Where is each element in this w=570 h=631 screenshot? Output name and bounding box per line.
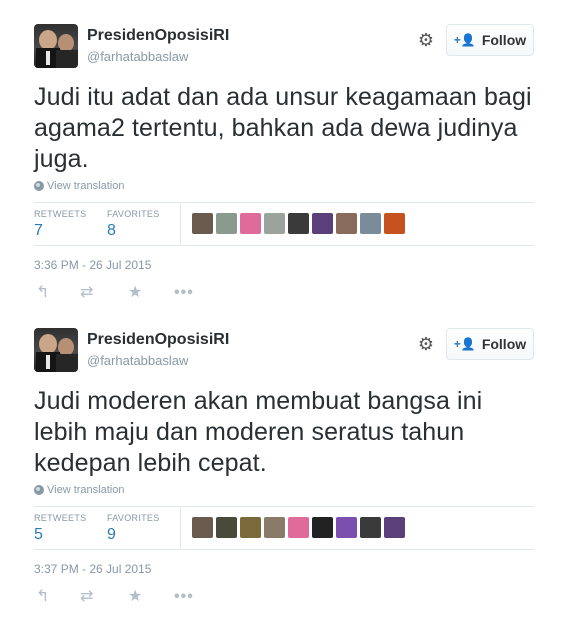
favorites-stat[interactable]: FAVORITES 9 bbox=[107, 513, 160, 544]
stats-divider bbox=[180, 507, 181, 549]
favoriter-avatar[interactable] bbox=[384, 213, 405, 234]
tweet-text: Judi itu adat dan ada unsur keagamaan ba… bbox=[34, 83, 532, 173]
reply-icon[interactable]: ↰ bbox=[36, 284, 49, 302]
more-icon[interactable]: ••• bbox=[174, 588, 194, 606]
gear-icon[interactable]: ⚙ bbox=[416, 30, 436, 50]
favorites-stat[interactable]: FAVORITES 8 bbox=[107, 209, 160, 240]
favoriter-avatars bbox=[192, 517, 405, 538]
favoriter-avatar[interactable] bbox=[240, 517, 261, 538]
star-icon[interactable]: ★ bbox=[128, 284, 142, 302]
handle[interactable]: @farhatabbaslaw bbox=[87, 353, 188, 368]
follow-label: Follow bbox=[481, 336, 527, 352]
tweet-timestamp[interactable]: 3:37 PM - 26 Jul 2015 bbox=[34, 562, 151, 576]
globe-icon bbox=[34, 181, 44, 191]
retweets-label: RETWEETS bbox=[34, 209, 87, 219]
favoriter-avatar[interactable] bbox=[360, 213, 381, 234]
retweets-label: RETWEETS bbox=[34, 513, 87, 523]
favoriter-avatar[interactable] bbox=[336, 213, 357, 234]
favoriter-avatar[interactable] bbox=[312, 213, 333, 234]
view-translation-label: View translation bbox=[47, 180, 125, 192]
retweets-count: 7 bbox=[34, 222, 43, 239]
retweet-icon[interactable]: ⇄ bbox=[80, 588, 93, 606]
favoriter-avatars bbox=[192, 213, 405, 234]
favoriter-avatar[interactable] bbox=[264, 213, 285, 234]
favorites-count: 8 bbox=[107, 222, 116, 239]
favoriter-avatar[interactable] bbox=[288, 213, 309, 234]
gear-icon[interactable]: ⚙ bbox=[416, 334, 436, 354]
favoriter-avatar[interactable] bbox=[192, 517, 213, 538]
view-translation-label: View translation bbox=[47, 484, 125, 496]
retweet-icon[interactable]: ⇄ bbox=[80, 284, 93, 302]
favoriter-avatar[interactable] bbox=[216, 517, 237, 538]
display-name[interactable]: PresidenOposisiRI bbox=[87, 27, 229, 45]
favoriter-avatar[interactable] bbox=[384, 517, 405, 538]
follow-person-icon: +👤 bbox=[453, 337, 476, 351]
favoriter-avatar[interactable] bbox=[192, 213, 213, 234]
display-name[interactable]: PresidenOposisiRI bbox=[87, 331, 229, 349]
view-translation-link[interactable]: View translation bbox=[34, 180, 124, 192]
favorites-label: FAVORITES bbox=[107, 209, 160, 219]
reply-icon[interactable]: ↰ bbox=[36, 588, 49, 606]
stats-divider bbox=[180, 203, 181, 245]
favoriter-avatar[interactable] bbox=[312, 517, 333, 538]
follow-person-icon: +👤 bbox=[453, 33, 476, 47]
globe-icon bbox=[34, 485, 44, 495]
star-icon[interactable]: ★ bbox=[128, 588, 142, 606]
follow-label: Follow bbox=[481, 32, 527, 48]
handle[interactable]: @farhatabbaslaw bbox=[87, 49, 188, 64]
favoriter-avatar[interactable] bbox=[288, 517, 309, 538]
retweets-stat[interactable]: RETWEETS 7 bbox=[34, 209, 86, 240]
tweet-text: Judi moderen akan membuat bangsa ini leb… bbox=[34, 387, 483, 477]
retweets-count: 5 bbox=[34, 526, 43, 543]
favoriter-avatar[interactable] bbox=[360, 517, 381, 538]
favoriter-avatar[interactable] bbox=[240, 213, 261, 234]
favorites-count: 9 bbox=[107, 526, 116, 543]
avatar[interactable] bbox=[34, 24, 78, 68]
avatar[interactable] bbox=[34, 328, 78, 372]
retweets-stat[interactable]: RETWEETS 5 bbox=[34, 513, 86, 544]
view-translation-link[interactable]: View translation bbox=[34, 484, 124, 496]
tweet-stats: RETWEETS 5 FAVORITES 9 bbox=[34, 506, 534, 550]
favoriter-avatar[interactable] bbox=[264, 517, 285, 538]
tweet-timestamp[interactable]: 3:36 PM - 26 Jul 2015 bbox=[34, 258, 151, 272]
favoriter-avatar[interactable] bbox=[336, 517, 357, 538]
favoriter-avatar[interactable] bbox=[216, 213, 237, 234]
follow-button[interactable]: +👤 Follow bbox=[446, 24, 534, 56]
more-icon[interactable]: ••• bbox=[174, 284, 194, 302]
favorites-label: FAVORITES bbox=[107, 513, 160, 523]
tweet-stats: RETWEETS 7 FAVORITES 8 bbox=[34, 202, 534, 246]
follow-button[interactable]: +👤 Follow bbox=[446, 328, 534, 360]
